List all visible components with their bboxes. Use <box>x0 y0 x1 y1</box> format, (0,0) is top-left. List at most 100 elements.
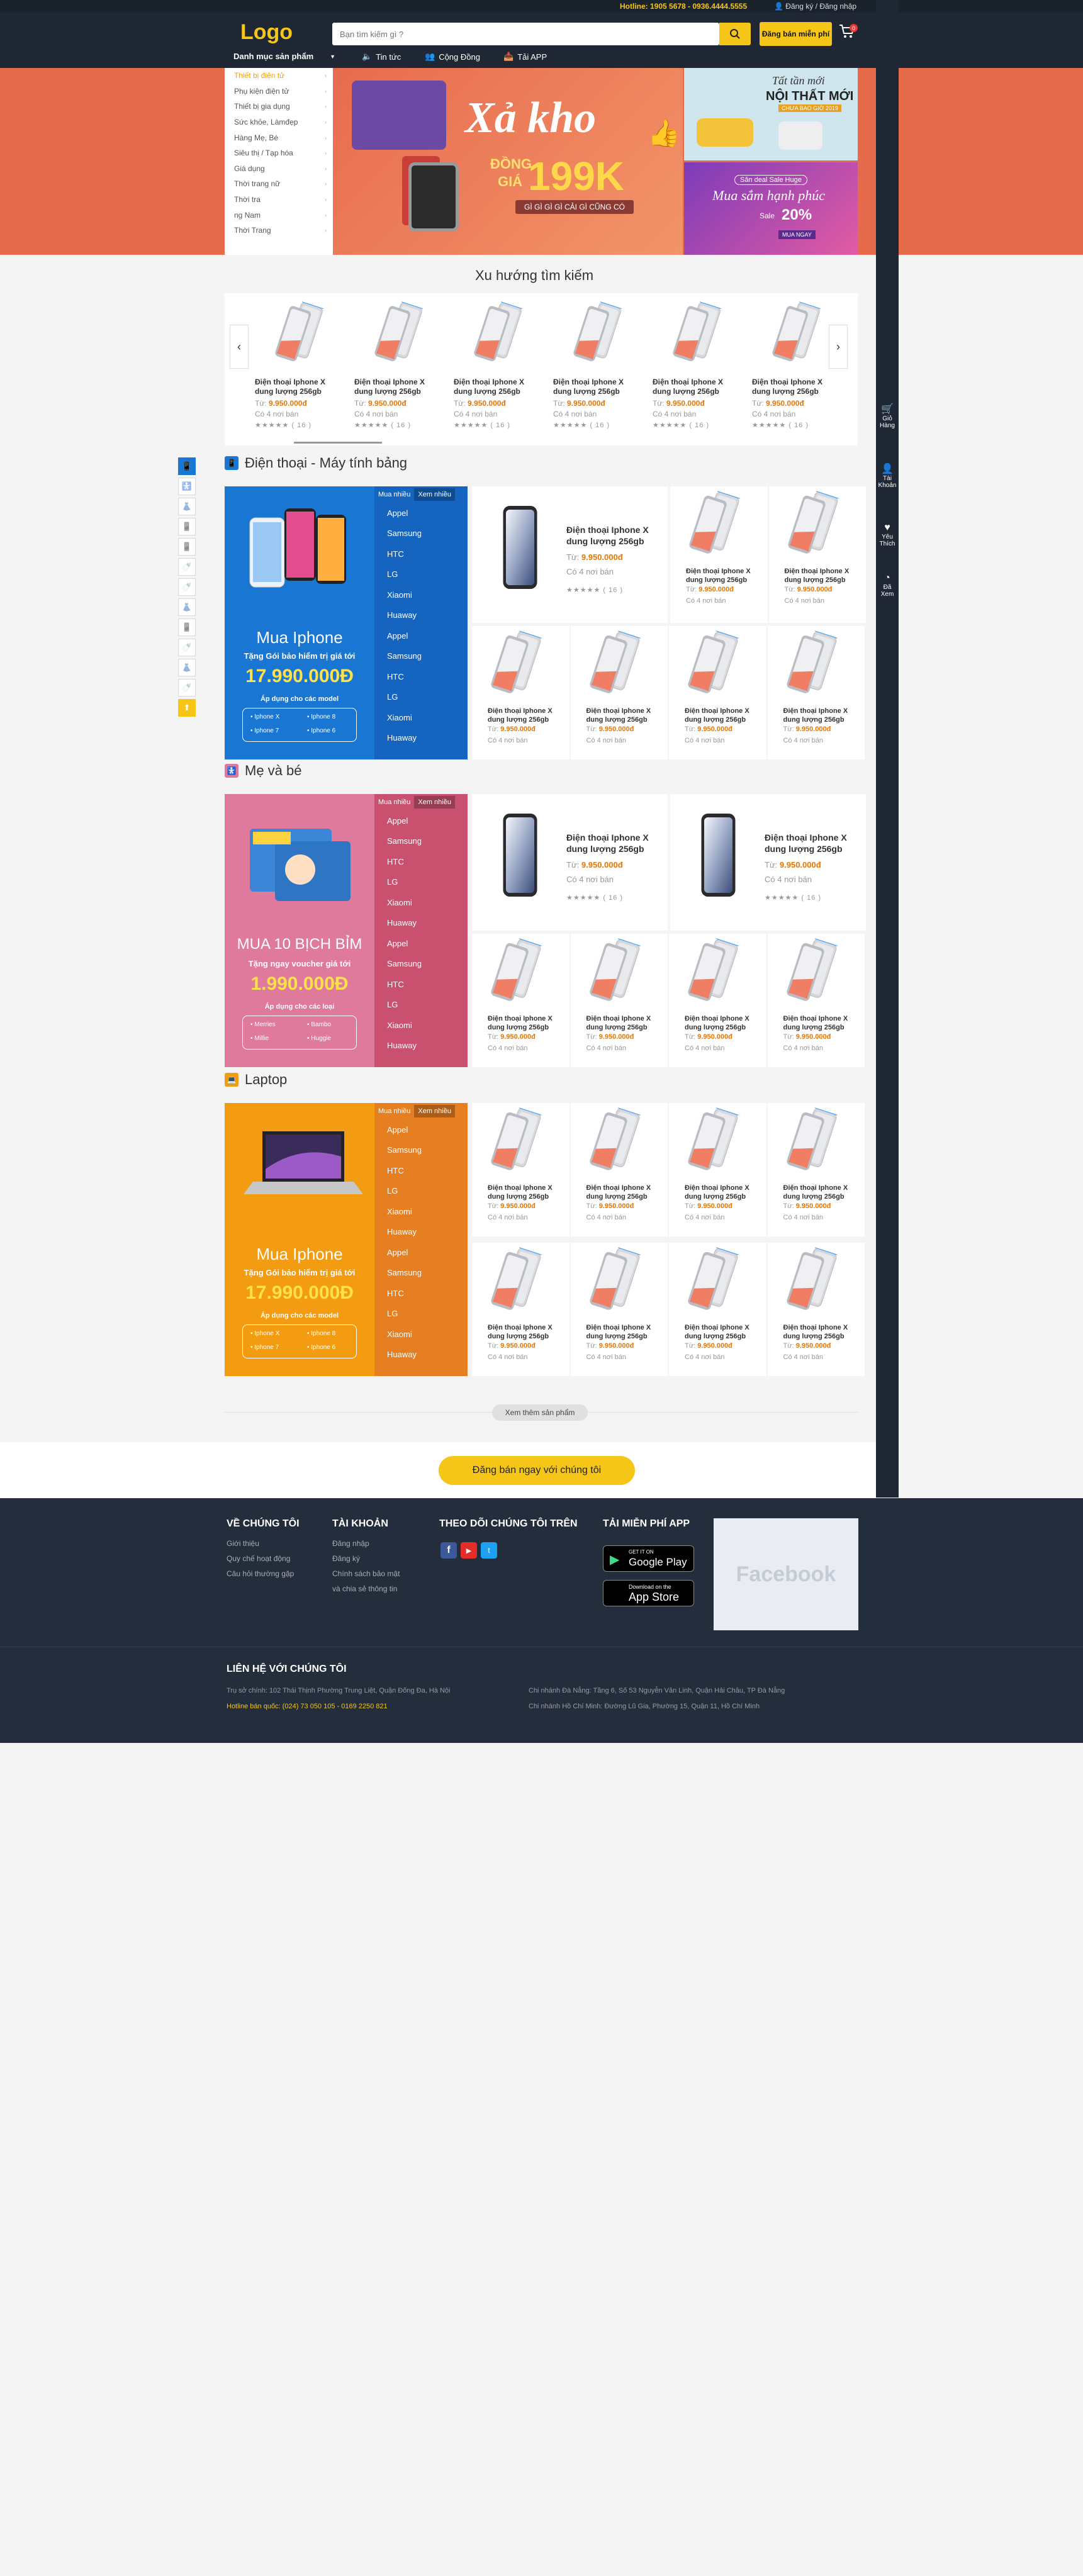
section-promo-banner[interactable]: MUA 10 BỊCH BỈM Tặng ngay voucher giá tới… <box>225 794 468 1067</box>
product-name[interactable]: Điện thoại Iphone X dung lượng 256gb <box>785 567 859 585</box>
sidebar-account[interactable]: 👤 Tài Khoản <box>876 462 899 489</box>
product-card[interactable]: Điện thoại Iphone X dung lượng 256gb Từ: … <box>669 626 766 759</box>
trend-product-card[interactable]: Điện thoại Iphone X dung lượng 256gb Từ: … <box>752 298 846 437</box>
side-menu-item[interactable]: Giá dụng › <box>225 161 333 177</box>
nav-community[interactable]: 👥 Cộng Đồng <box>425 52 480 62</box>
brand-link[interactable]: Xiaomi <box>374 1201 468 1222</box>
brand-link[interactable]: Appel <box>374 933 468 954</box>
category-shortcut-button[interactable]: 🚼 <box>178 478 196 495</box>
trend-product-card[interactable]: Điện thoại Iphone X dung lượng 256gb Từ: … <box>653 298 747 437</box>
carousel-scrollbar[interactable] <box>294 442 382 444</box>
footer-link[interactable]: Đăng ký <box>332 1551 400 1566</box>
brand-link[interactable]: Samsung <box>374 831 468 852</box>
trend-product-card[interactable]: Điện thoại Iphone X dung lượng 256gb Từ: … <box>255 298 349 437</box>
footer-link[interactable]: và chia sẻ thông tin <box>332 1581 400 1596</box>
product-name[interactable]: Điện thoại Iphone X dung lượng 256gb <box>454 378 536 396</box>
category-shortcut-button[interactable]: 🍼 <box>178 679 196 697</box>
happy-banner-cta[interactable]: MUA NGAY <box>778 230 816 239</box>
footer-link[interactable]: Quy chế hoạt động <box>227 1551 294 1566</box>
side-menu-item[interactable]: Sức khỏe, Làmđẹp › <box>225 115 333 130</box>
product-card[interactable]: Điện thoại Iphone X dung lượng 256gb Từ: … <box>570 934 668 1067</box>
product-name[interactable]: Điện thoại Iphone X dung lượng 256gb <box>354 378 436 396</box>
brand-link[interactable]: Samsung <box>374 1140 468 1161</box>
brand-link[interactable]: LG <box>374 995 468 1016</box>
category-shortcut-button[interactable]: 👗 <box>178 498 196 515</box>
brand-link[interactable]: Huaway <box>374 728 468 749</box>
product-card[interactable]: Điện thoại Iphone X dung lượng 256gb Từ: … <box>472 794 668 931</box>
brand-link[interactable]: Xiaomi <box>374 585 468 605</box>
product-name[interactable]: Điện thoại Iphone X dung lượng 256gb <box>685 1014 759 1032</box>
product-name[interactable]: Điện thoại Iphone X dung lượng 256gb <box>783 707 858 724</box>
side-menu-item[interactable]: Thiết bị gia dụng › <box>225 99 333 115</box>
product-name[interactable]: Điện thoại Iphone X dung lượng 256gb <box>488 707 562 724</box>
product-card[interactable]: Điện thoại Iphone X dung lượng 256gb Từ: … <box>768 486 866 623</box>
product-card[interactable]: Điện thoại Iphone X dung lượng 256gb Từ: … <box>767 626 865 759</box>
brand-link[interactable]: HTC <box>374 1160 468 1181</box>
brand-link[interactable]: LG <box>374 687 468 708</box>
side-menu-item[interactable]: ng Nam › <box>225 207 333 223</box>
google-play-badge[interactable]: ▶ GET IT ON Google Play <box>603 1545 694 1572</box>
brand-link[interactable]: HTC <box>374 666 468 687</box>
category-shortcut-button[interactable]: 🍼 <box>178 578 196 596</box>
brand-link[interactable]: Samsung <box>374 524 468 544</box>
product-card[interactable]: Điện thoại Iphone X dung lượng 256gb Từ: … <box>670 486 768 623</box>
product-card[interactable]: Điện thoại Iphone X dung lượng 256gb Từ: … <box>767 1243 865 1376</box>
youtube-icon[interactable]: ▶ <box>461 1542 477 1559</box>
search-button[interactable] <box>719 23 751 45</box>
brand-link[interactable]: Xiaomi <box>374 707 468 728</box>
category-shortcut-button[interactable]: 📱 <box>178 619 196 636</box>
search-input[interactable] <box>332 23 719 45</box>
site-logo[interactable]: Logo <box>240 20 293 45</box>
section-promo-banner[interactable]: Mua Iphone Tặng Gói bảo hiểm trị giá tới 1… <box>225 1103 468 1376</box>
load-more-button[interactable]: Xem thêm sản phẩm <box>492 1404 588 1421</box>
brand-link[interactable]: LG <box>374 564 468 585</box>
product-name[interactable]: Điện thoại Iphone X dung lượng 256gb <box>566 832 651 854</box>
product-name[interactable]: Điện thoại Iphone X dung lượng 256gb <box>586 707 661 724</box>
product-card[interactable]: Điện thoại Iphone X dung lượng 256gb Từ: … <box>767 934 865 1067</box>
brand-link[interactable]: LG <box>374 1304 468 1324</box>
brand-link[interactable]: Appel <box>374 1242 468 1263</box>
category-menu-toggle[interactable]: Danh mục sản phẩm ▼ <box>233 52 335 61</box>
tab-most-bought[interactable]: Mua nhiều <box>374 488 414 501</box>
footer-link[interactable]: Chính sách bảo mật <box>332 1566 400 1581</box>
product-name[interactable]: Điện thoại Iphone X dung lượng 256gb <box>783 1184 858 1201</box>
product-card[interactable]: Điện thoại Iphone X dung lượng 256gb Từ: … <box>472 626 570 759</box>
register-seller-button[interactable]: Đăng bán ngay với chúng tôi <box>439 1456 635 1485</box>
brand-link[interactable]: Appel <box>374 625 468 646</box>
product-card[interactable]: Điện thoại Iphone X dung lượng 256gb Từ: … <box>670 794 866 931</box>
brand-link[interactable]: Appel <box>374 1119 468 1140</box>
section-promo-banner[interactable]: Mua Iphone Tặng Gói bảo hiểm trị giá tới 1… <box>225 486 468 759</box>
brand-link[interactable]: Xiaomi <box>374 1324 468 1345</box>
sell-free-button[interactable]: Đăng bán miễn phí <box>760 22 832 46</box>
side-menu-item[interactable]: Thiết bị điện tử › <box>225 68 333 84</box>
trend-product-card[interactable]: Điện thoại Iphone X dung lượng 256gb Từ: … <box>553 298 648 437</box>
login-link[interactable]: 👤 Đăng ký / Đăng nhập <box>774 2 856 11</box>
category-shortcut-button[interactable]: 📱 <box>178 518 196 535</box>
product-name[interactable]: Điện thoại Iphone X dung lượng 256gb <box>685 1323 759 1341</box>
category-shortcut-button[interactable]: 📱 <box>178 538 196 556</box>
product-name[interactable]: Điện thoại Iphone X dung lượng 256gb <box>566 524 651 547</box>
main-banner[interactable]: Xả kho ĐỒNG GIÁ 199K GÌ GÌ GÌ GÌ CẢI GÌ … <box>333 68 683 255</box>
category-shortcut-button[interactable]: ⬆ <box>178 699 196 717</box>
product-name[interactable]: Điện thoại Iphone X dung lượng 256gb <box>752 378 834 396</box>
side-menu-item[interactable]: Phụ kiện điện tử › <box>225 84 333 99</box>
cart-button[interactable]: 0 <box>839 24 858 43</box>
product-name[interactable]: Điện thoại Iphone X dung lượng 256gb <box>586 1323 661 1341</box>
brand-link[interactable]: Samsung <box>374 646 468 667</box>
side-menu-item[interactable]: Hàng Mẹ, Bé › <box>225 130 333 145</box>
product-name[interactable]: Điện thoại Iphone X dung lượng 256gb <box>553 378 635 396</box>
brand-link[interactable]: LG <box>374 872 468 893</box>
side-menu-item[interactable]: Siêu thị / Tạp hóa › <box>225 145 333 161</box>
product-card[interactable]: Điện thoại Iphone X dung lượng 256gb Từ: … <box>570 1243 668 1376</box>
product-name[interactable]: Điện thoại Iphone X dung lượng 256gb <box>488 1014 562 1032</box>
product-name[interactable]: Điện thoại Iphone X dung lượng 256gb <box>586 1184 661 1201</box>
brand-link[interactable]: LG <box>374 1181 468 1202</box>
happy-shopping-banner[interactable]: Săn deal Sale Huge Mua sắm hạnh phúc Sal… <box>684 162 858 255</box>
tab-most-viewed[interactable]: Xem nhiều <box>414 1105 455 1117</box>
brand-link[interactable]: Appel <box>374 503 468 524</box>
product-name[interactable]: Điện thoại Iphone X dung lượng 256gb <box>686 567 760 585</box>
brand-link[interactable]: Samsung <box>374 954 468 975</box>
app-store-badge[interactable]: Download on the App Store <box>603 1580 694 1606</box>
product-card[interactable]: Điện thoại Iphone X dung lượng 256gb Từ: … <box>472 486 668 623</box>
brand-link[interactable]: Xiaomi <box>374 892 468 913</box>
